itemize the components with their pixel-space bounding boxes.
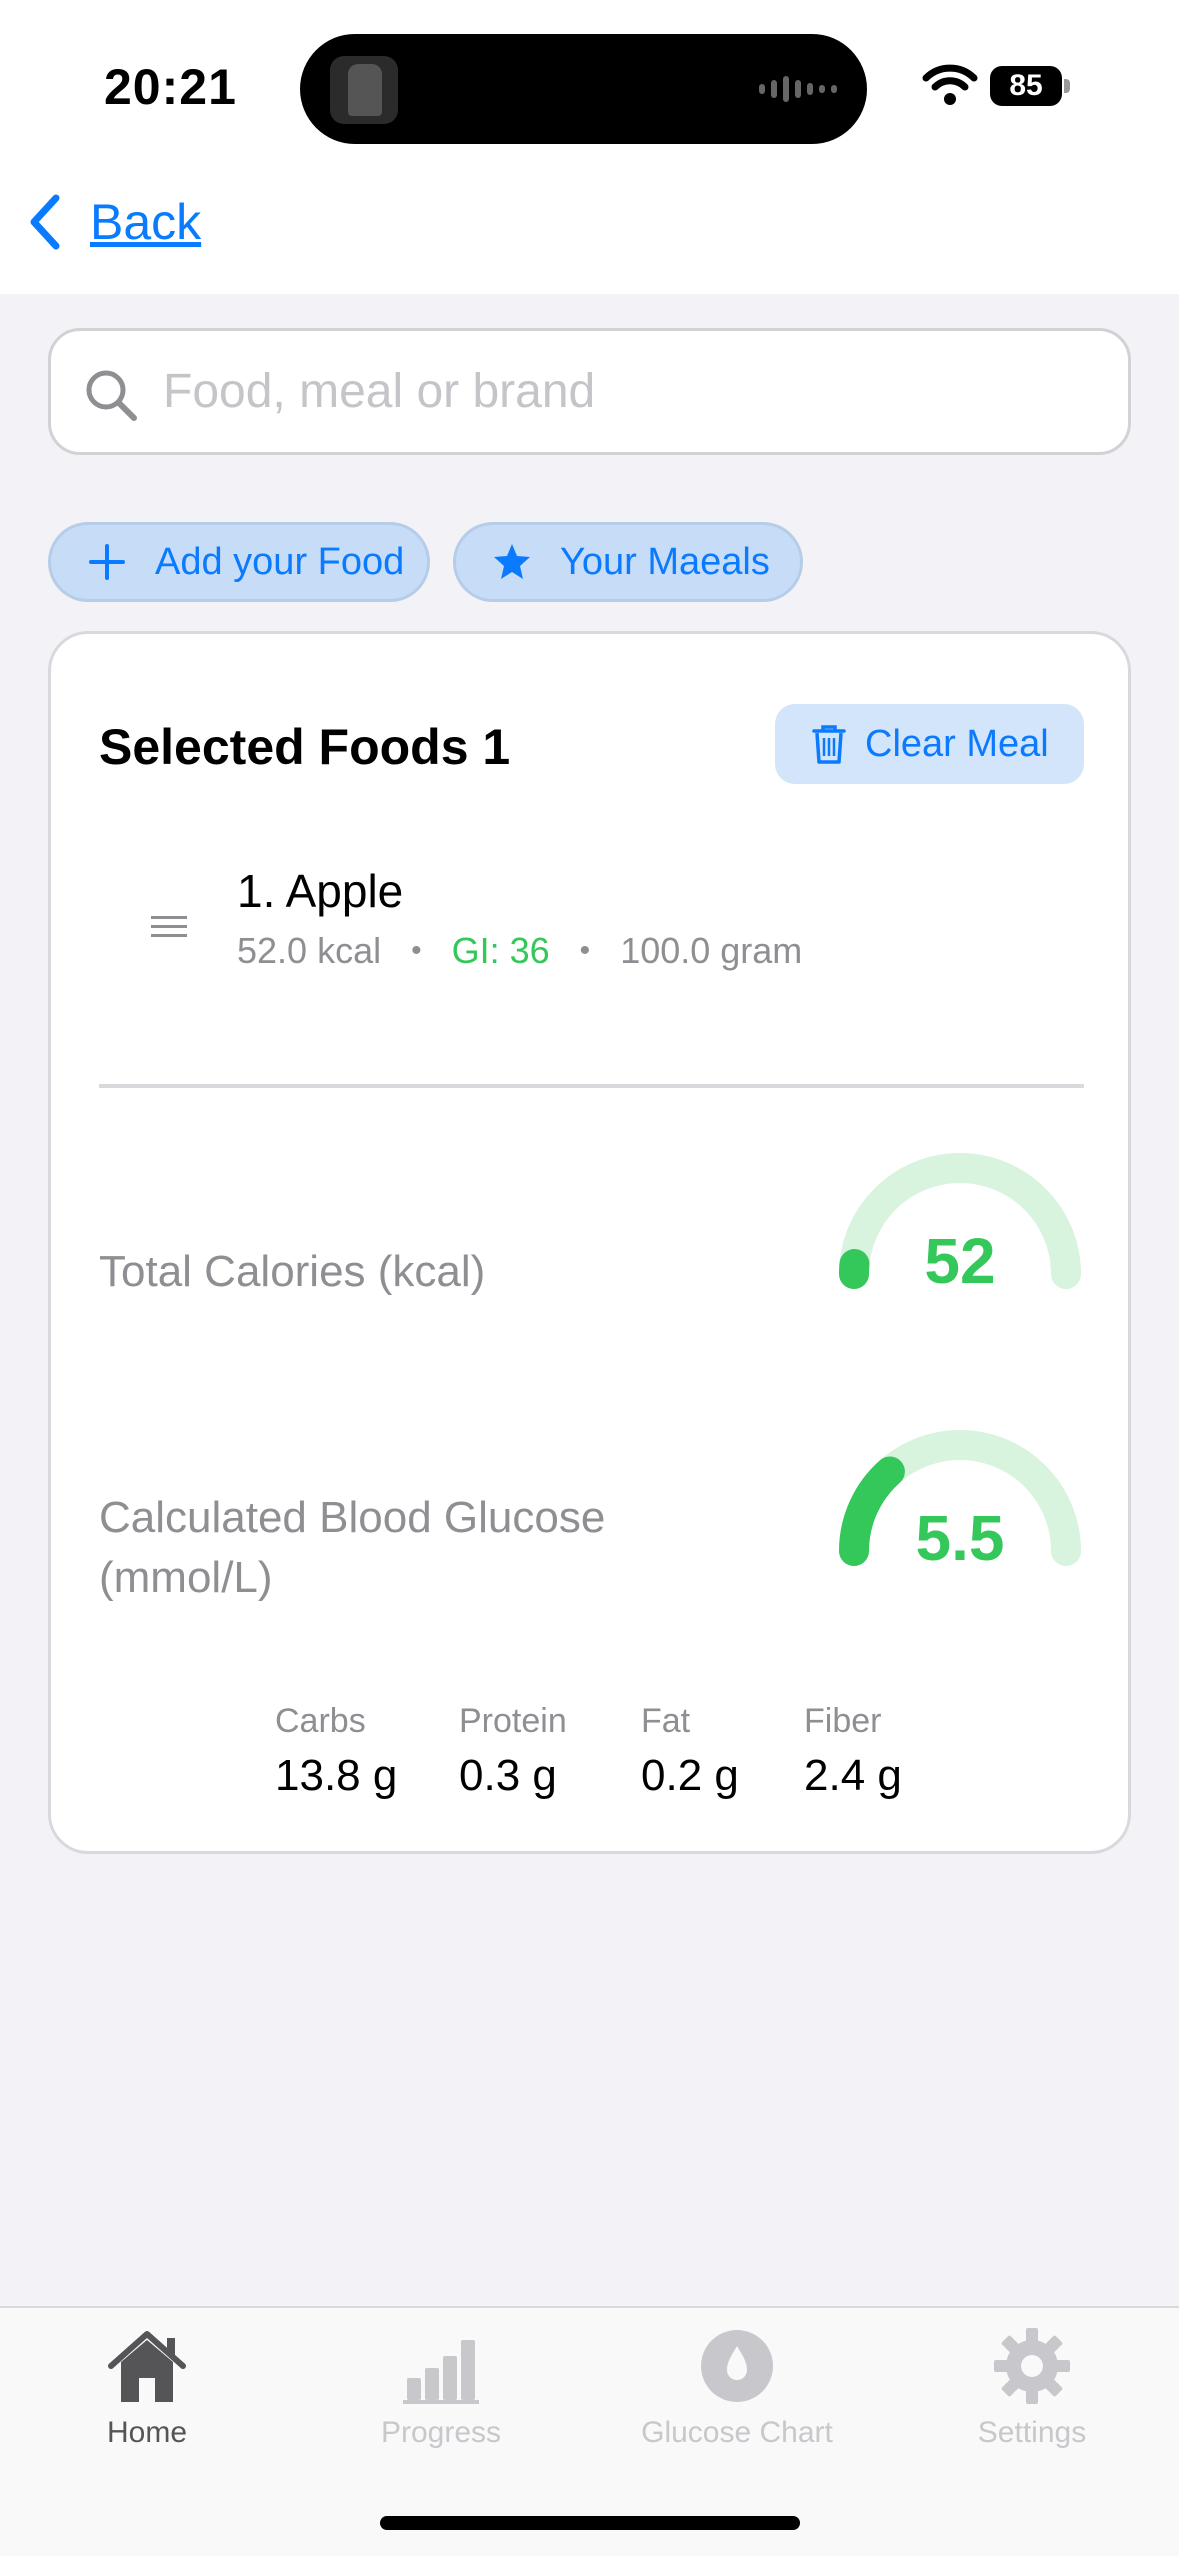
search-input[interactable] bbox=[163, 331, 1103, 452]
food-amount: 100.0 gram bbox=[620, 930, 803, 971]
selected-foods-card: Selected Foods 1 Clear Meal 1. Apple 52.… bbox=[48, 631, 1131, 1854]
selected-foods-title: Selected Foods 1 bbox=[99, 719, 511, 775]
calories-gauge: 52 bbox=[837, 1148, 1083, 1298]
tab-label: Home bbox=[106, 2416, 188, 2449]
chevron-left-icon bbox=[30, 194, 60, 250]
separator-dot: • bbox=[411, 934, 422, 967]
food-name: 1. Apple bbox=[237, 865, 404, 917]
star-icon bbox=[494, 544, 530, 579]
drag-handle-icon[interactable] bbox=[151, 916, 187, 940]
macro-label: Protein bbox=[459, 1702, 567, 1740]
clear-meal-label: Clear Meal bbox=[865, 722, 1049, 765]
divider bbox=[99, 1084, 1084, 1088]
total-calories-label: Total Calories (kcal) bbox=[99, 1247, 486, 1296]
macro-protein: Protein 0.3 g bbox=[459, 1702, 567, 1801]
tab-glucose-chart[interactable]: Glucose Chart bbox=[590, 2326, 884, 2450]
macro-value: 13.8 g bbox=[275, 1751, 398, 1800]
house-icon bbox=[108, 2331, 186, 2402]
battery-tip bbox=[1064, 79, 1070, 93]
blood-glucose-label: Calculated Blood Glucose (mmol/L) bbox=[99, 1493, 606, 1602]
wifi-icon bbox=[922, 64, 978, 105]
your-meals-button[interactable]: Your Maeals bbox=[453, 522, 803, 602]
macro-value: 0.3 g bbox=[459, 1751, 557, 1800]
food-details: 52.0 kcal • GI: 36 • 100.0 gram bbox=[237, 930, 802, 972]
back-button[interactable]: Back bbox=[24, 192, 201, 252]
top-bar: 20:21 85 Back bbox=[0, 0, 1179, 294]
macro-carbs: Carbs 13.8 g bbox=[275, 1702, 397, 1801]
audio-waveform-icon bbox=[759, 76, 837, 102]
tab-label: Progress bbox=[380, 2416, 502, 2449]
tab-settings[interactable]: Settings bbox=[885, 2326, 1179, 2450]
macro-label: Carbs bbox=[275, 1702, 366, 1740]
tab-progress[interactable]: Progress bbox=[294, 2326, 588, 2450]
blood-glucose-value: 5.5 bbox=[915, 1502, 1005, 1574]
tab-label: Settings bbox=[977, 2416, 1087, 2449]
dynamic-island[interactable] bbox=[300, 34, 867, 144]
drop-icon bbox=[701, 2330, 773, 2402]
battery-level: 85 bbox=[990, 66, 1062, 106]
add-your-food-button[interactable]: Add your Food bbox=[48, 522, 430, 602]
trash-icon bbox=[812, 725, 846, 764]
separator-dot: • bbox=[579, 934, 591, 967]
plus-icon bbox=[89, 544, 125, 580]
app-screen: 20:21 85 Back Food, meal or brand Add yo… bbox=[0, 0, 1179, 2556]
food-list-item[interactable]: 1. Apple 52.0 kcal • GI: 36 • 100.0 gram bbox=[99, 848, 1084, 998]
home-indicator bbox=[380, 2516, 800, 2530]
your-meals-label: Your Maeals bbox=[560, 540, 770, 583]
macro-fat: Fat 0.2 g bbox=[641, 1702, 739, 1801]
search-bar[interactable] bbox=[48, 328, 1131, 455]
gear-icon bbox=[994, 2328, 1070, 2404]
macro-value: 0.2 g bbox=[641, 1751, 739, 1800]
tab-label: Glucose Chart bbox=[641, 2416, 833, 2449]
add-your-food-label: Add your Food bbox=[155, 540, 405, 583]
blood-glucose-gauge: 5.5 bbox=[837, 1425, 1083, 1575]
back-label: Back bbox=[90, 194, 202, 250]
clear-meal-button[interactable]: Clear Meal bbox=[775, 704, 1084, 784]
status-time: 20:21 bbox=[104, 59, 237, 115]
food-gi: GI: 36 bbox=[451, 930, 550, 971]
now-playing-artwork bbox=[330, 56, 398, 124]
bar-chart-icon bbox=[403, 2340, 479, 2404]
macro-fiber: Fiber 2.4 g bbox=[804, 1702, 902, 1801]
calories-value: 52 bbox=[924, 1225, 996, 1297]
macro-label: Fat bbox=[641, 1702, 691, 1740]
tab-home[interactable]: Home bbox=[0, 2326, 294, 2450]
battery-indicator: 85 bbox=[990, 66, 1070, 106]
food-kcal: 52.0 kcal bbox=[237, 930, 382, 971]
macro-value: 2.4 g bbox=[804, 1751, 902, 1800]
search-icon bbox=[86, 370, 137, 421]
macro-label: Fiber bbox=[804, 1702, 882, 1740]
